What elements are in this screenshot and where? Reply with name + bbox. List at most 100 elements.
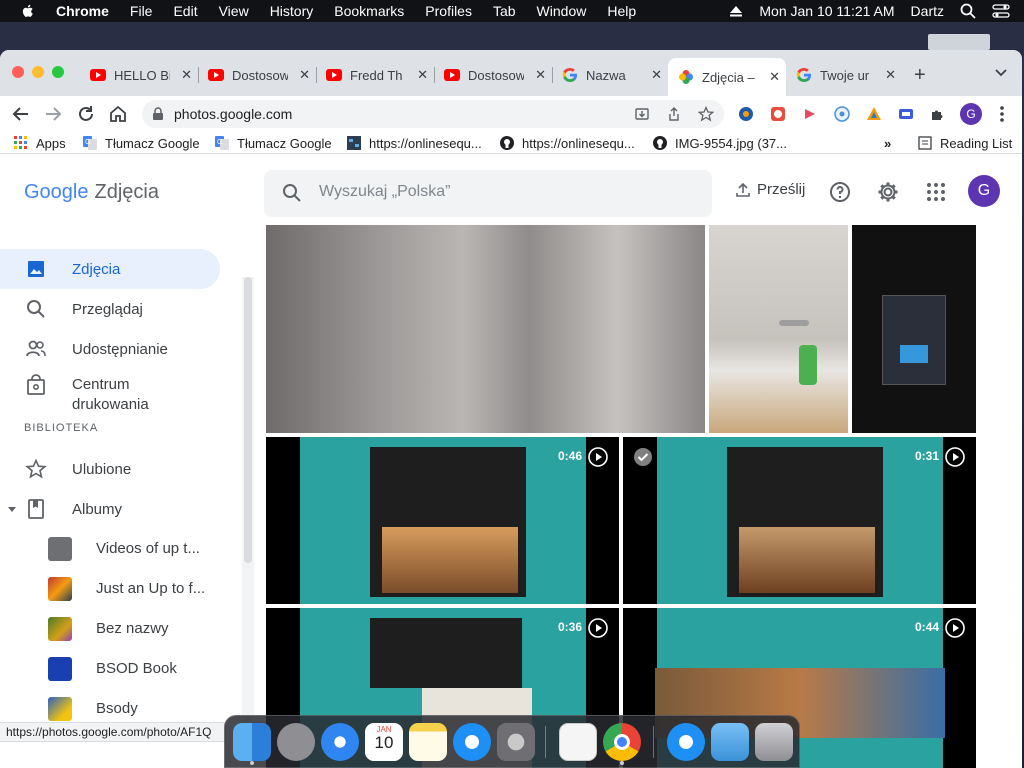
folder-icon[interactable] bbox=[711, 723, 749, 761]
close-tab-icon[interactable]: ✕ bbox=[181, 67, 192, 83]
profile-avatar[interactable]: G bbox=[960, 103, 982, 125]
close-window-button[interactable] bbox=[12, 66, 24, 78]
tab-search-chevron-icon[interactable] bbox=[993, 64, 1009, 80]
extension-icon[interactable] bbox=[802, 106, 818, 122]
finder-icon[interactable] bbox=[233, 723, 271, 761]
album-item[interactable]: Videos of up t... bbox=[0, 531, 220, 567]
google-apps-icon[interactable] bbox=[925, 181, 947, 203]
launchpad-icon[interactable] bbox=[277, 723, 315, 761]
photos-search-box[interactable]: Wyszukaj „Polska” bbox=[264, 170, 712, 217]
trash-icon[interactable] bbox=[755, 723, 793, 761]
app-store-icon[interactable] bbox=[453, 723, 491, 761]
bookmark-apps[interactable]: Apps bbox=[14, 134, 66, 152]
photo-thumbnail[interactable] bbox=[266, 225, 705, 433]
reading-list-button[interactable]: Reading List bbox=[918, 134, 1012, 152]
extension-icon[interactable] bbox=[834, 106, 850, 122]
menu-clock[interactable]: Mon Jan 10 11:21 AM bbox=[759, 3, 894, 19]
bookmark-onlinesequencer-1[interactable]: https://onlinesequ... bbox=[347, 134, 482, 152]
extension-icon[interactable] bbox=[898, 106, 914, 122]
calendar-icon[interactable]: JAN 10 bbox=[365, 723, 403, 761]
bookmark-img-9554[interactable]: IMG-9554.jpg (37... bbox=[653, 134, 787, 152]
nav-sharing[interactable]: Udostępnianie bbox=[0, 329, 220, 369]
screenshot-thumbnail[interactable] bbox=[852, 225, 976, 433]
video-thumbnail[interactable]: 0:46 bbox=[266, 437, 619, 604]
spotlight-search-icon[interactable] bbox=[960, 3, 976, 19]
app-store-downloads-icon[interactable] bbox=[667, 723, 705, 761]
extensions-puzzle-icon[interactable] bbox=[930, 106, 946, 122]
zoom-window-button[interactable] bbox=[52, 66, 64, 78]
textedit-icon[interactable] bbox=[559, 723, 597, 761]
menu-window[interactable]: Window bbox=[537, 3, 587, 19]
tab-youtube-3[interactable]: Fredd Th ✕ bbox=[316, 62, 435, 88]
home-icon[interactable] bbox=[107, 103, 129, 125]
safari-icon[interactable] bbox=[321, 723, 359, 761]
bookmark-translate-1[interactable]: G Tłumacz Google bbox=[83, 134, 200, 152]
notes-icon[interactable] bbox=[409, 723, 447, 761]
tab-google-nazwa[interactable]: Nazwa ✕ bbox=[552, 62, 668, 88]
bookmarks-overflow-button[interactable]: » bbox=[884, 134, 891, 152]
bookmark-translate-2[interactable]: G Tłumacz Google bbox=[215, 134, 332, 152]
nav-albums[interactable]: Albumy bbox=[0, 489, 220, 529]
menu-edit[interactable]: Edit bbox=[173, 3, 197, 19]
tab-google-photos[interactable]: Zdjęcia – ✕ bbox=[668, 58, 786, 96]
search-icon[interactable] bbox=[282, 183, 302, 203]
settings-gear-icon[interactable] bbox=[877, 181, 899, 203]
extension-icon[interactable] bbox=[738, 106, 754, 122]
reload-icon[interactable] bbox=[75, 103, 97, 125]
control-center-icon[interactable] bbox=[992, 4, 1010, 18]
bookmark-onlinesequencer-2[interactable]: https://onlinesequ... bbox=[500, 134, 635, 152]
menu-user[interactable]: Dartz bbox=[911, 3, 944, 19]
extension-icon[interactable] bbox=[770, 106, 786, 122]
close-tab-icon[interactable]: ✕ bbox=[651, 67, 662, 83]
tab-youtube-2[interactable]: Dostosow ✕ bbox=[198, 62, 317, 88]
expand-arrow-icon[interactable] bbox=[6, 503, 18, 515]
menu-app-name[interactable]: Chrome bbox=[56, 3, 109, 19]
nav-favorites[interactable]: Ulubione bbox=[0, 449, 220, 489]
tab-google-twoje[interactable]: Twoje ur ✕ bbox=[786, 62, 902, 88]
google-photos-logo[interactable]: Google Zdjęcia bbox=[24, 181, 159, 204]
extension-icon[interactable] bbox=[866, 106, 882, 122]
menu-profiles[interactable]: Profiles bbox=[425, 3, 472, 19]
menu-tab[interactable]: Tab bbox=[493, 3, 516, 19]
close-tab-icon[interactable]: ✕ bbox=[417, 67, 428, 83]
video-thumbnail[interactable]: 0:31 bbox=[623, 437, 976, 604]
close-tab-icon[interactable]: ✕ bbox=[535, 67, 546, 83]
back-arrow-icon[interactable] bbox=[10, 103, 32, 125]
minimize-window-button[interactable] bbox=[32, 66, 44, 78]
lock-icon[interactable] bbox=[152, 107, 164, 121]
more-menu-icon[interactable] bbox=[994, 104, 1010, 124]
nav-photos[interactable]: Zdjęcia bbox=[0, 249, 220, 289]
album-item[interactable]: Just an Up to f... bbox=[0, 571, 220, 607]
menu-view[interactable]: View bbox=[219, 3, 249, 19]
menu-history[interactable]: History bbox=[270, 3, 314, 19]
tab-youtube-1[interactable]: HELLO Bi ✕ bbox=[80, 62, 199, 88]
sidebar-scrollbar[interactable] bbox=[244, 277, 252, 563]
account-avatar[interactable]: G bbox=[968, 175, 1000, 207]
nav-explore[interactable]: Przeglądaj bbox=[0, 289, 220, 329]
address-bar[interactable]: photos.google.com bbox=[142, 100, 724, 128]
forward-arrow-icon[interactable] bbox=[42, 103, 64, 125]
select-check-icon[interactable] bbox=[633, 447, 653, 467]
apple-icon[interactable] bbox=[20, 3, 36, 19]
menu-help[interactable]: Help bbox=[607, 3, 636, 19]
album-item[interactable]: BSOD Book bbox=[0, 651, 220, 687]
nav-print-store[interactable]: Centrum drukowania bbox=[0, 369, 220, 421]
chrome-icon[interactable] bbox=[603, 723, 641, 761]
menu-file[interactable]: File bbox=[130, 3, 153, 19]
install-app-icon[interactable] bbox=[634, 106, 650, 122]
share-icon[interactable] bbox=[666, 106, 682, 122]
album-item[interactable]: Bez nazwy bbox=[0, 611, 220, 647]
new-tab-button[interactable]: + bbox=[914, 64, 926, 87]
bookmark-star-icon[interactable] bbox=[698, 106, 714, 122]
close-tab-icon[interactable]: ✕ bbox=[885, 67, 896, 83]
upload-button[interactable]: Prześlij bbox=[735, 181, 805, 198]
tab-youtube-4[interactable]: Dostosow ✕ bbox=[434, 62, 553, 88]
help-icon[interactable] bbox=[829, 181, 851, 203]
menu-bookmarks[interactable]: Bookmarks bbox=[334, 3, 404, 19]
photo-thumbnail[interactable] bbox=[709, 225, 848, 433]
url-text[interactable]: photos.google.com bbox=[174, 106, 292, 122]
close-tab-icon[interactable]: ✕ bbox=[769, 69, 780, 85]
close-tab-icon[interactable]: ✕ bbox=[299, 67, 310, 83]
eject-icon[interactable] bbox=[729, 5, 743, 17]
system-preferences-icon[interactable] bbox=[497, 723, 535, 761]
